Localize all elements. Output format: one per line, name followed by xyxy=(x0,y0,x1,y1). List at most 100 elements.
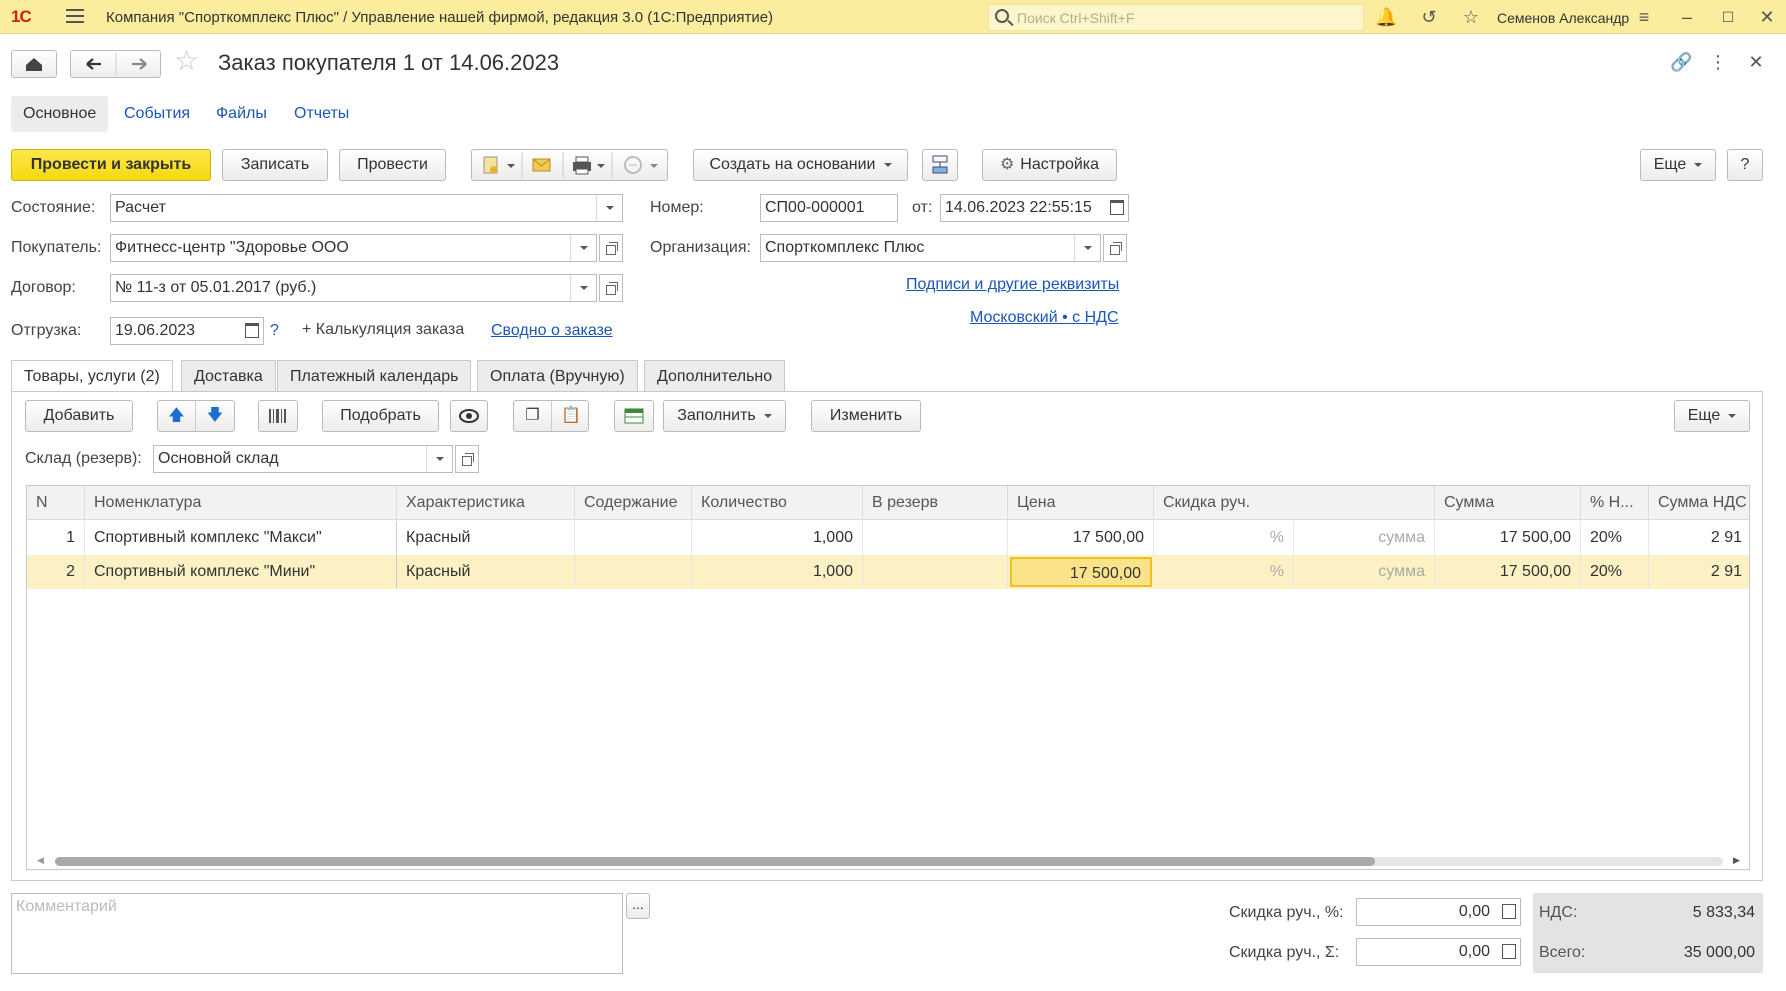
post-button[interactable]: Провести xyxy=(339,149,446,181)
amount-cell[interactable]: 17 500,00 xyxy=(1435,521,1581,555)
calculator-icon[interactable] xyxy=(1502,904,1516,919)
back-forward-icons[interactable] xyxy=(71,51,161,77)
shipment-help-icon[interactable]: ? xyxy=(270,322,279,340)
open-warehouse-icon[interactable] xyxy=(455,445,479,473)
close-window-icon[interactable]: ✕ xyxy=(1756,7,1778,27)
content-cell[interactable] xyxy=(575,521,692,555)
create-based-on-button[interactable]: Создать на основании xyxy=(693,149,908,181)
vat-amount-cell[interactable]: 2 91 xyxy=(1649,555,1749,589)
settings-menu-icon[interactable]: ≡ xyxy=(1633,7,1655,27)
horizontal-scrollbar[interactable]: ◀ ▶ xyxy=(27,851,1749,869)
signatures-link[interactable]: Подписи и другие реквизиты xyxy=(906,276,1119,294)
tab-payment-manual[interactable]: Оплата (Вручную) xyxy=(477,360,638,392)
quantity-cell[interactable]: 1,000 xyxy=(692,555,863,589)
tab-files[interactable]: Файлы xyxy=(204,96,279,132)
table-row[interactable]: 1 Спортивный комплекс "Макси" Красный 1,… xyxy=(27,521,1749,555)
scroll-right-icon[interactable]: ▶ xyxy=(1733,855,1740,866)
table-row[interactable]: 2 Спортивный комплекс "Мини" Красный 1,0… xyxy=(27,555,1749,589)
arrow-up-icon[interactable]: 🡅 xyxy=(158,401,196,431)
calculator-icon[interactable] xyxy=(1502,944,1516,959)
reserve-cell[interactable] xyxy=(863,521,1008,555)
column-header[interactable]: Скидка руч. xyxy=(1154,486,1435,520)
post-and-close-button[interactable]: Провести и закрыть xyxy=(11,149,211,181)
column-header[interactable]: % Н... xyxy=(1581,486,1649,520)
order-calculation-toggle[interactable]: + Калькуляция заказа xyxy=(302,321,464,339)
discount-percent-field[interactable]: 0,00 xyxy=(1356,898,1521,926)
maximize-icon[interactable]: ☐ xyxy=(1717,7,1739,27)
open-contract-icon[interactable] xyxy=(599,274,623,302)
column-header[interactable]: Цена xyxy=(1008,486,1154,520)
settings-button[interactable]: ⚙ Настройка xyxy=(982,149,1117,181)
discount-amount-cell[interactable]: сумма xyxy=(1294,521,1435,555)
user-name[interactable]: Семенов Александр xyxy=(1497,10,1629,26)
more-button[interactable]: Еще xyxy=(1640,149,1716,181)
tab-goods-services[interactable]: Товары, услуги (2) xyxy=(11,360,173,394)
table-more-button[interactable]: Еще xyxy=(1674,400,1750,432)
characteristic-cell[interactable]: Красный xyxy=(397,555,575,589)
history-icon[interactable]: ↺ xyxy=(1418,7,1440,27)
vat-rate-cell[interactable]: 20% xyxy=(1581,521,1649,555)
content-cell[interactable] xyxy=(575,555,692,589)
global-search-input[interactable]: Поиск Ctrl+Shift+F xyxy=(988,4,1364,31)
tab-events[interactable]: События xyxy=(112,96,202,132)
state-select[interactable]: Расчет xyxy=(110,194,623,222)
scroll-left-icon[interactable]: ◀ xyxy=(37,855,44,866)
chevron-down-icon[interactable] xyxy=(570,235,596,261)
item-cell[interactable]: Спортивный комплекс "Макси" xyxy=(85,521,397,555)
chevron-down-icon[interactable] xyxy=(570,275,596,301)
add-favorite-star-icon[interactable]: ☆ xyxy=(174,47,199,75)
arrow-down-icon[interactable]: 🡇 xyxy=(196,401,234,431)
copy-icon[interactable]: ❐ xyxy=(514,401,552,431)
tab-main[interactable]: Основное xyxy=(11,96,109,132)
chevron-down-icon[interactable] xyxy=(596,195,622,221)
column-header[interactable]: Сумма xyxy=(1435,486,1581,520)
chevron-down-icon[interactable] xyxy=(426,446,452,472)
more-vertical-icon[interactable]: ⋮ xyxy=(1707,52,1729,72)
favorites-star-icon[interactable]: ☆ xyxy=(1460,7,1482,27)
organization-field[interactable]: Спорткомплекс Плюс xyxy=(760,234,1101,262)
price-cell[interactable]: 17 500,00 xyxy=(1008,521,1154,555)
calendar-icon[interactable] xyxy=(1110,200,1124,215)
column-header[interactable]: Номенклатура xyxy=(85,486,397,520)
buyer-field[interactable]: Фитнесс-центр "Здоровье ООО xyxy=(110,234,597,262)
change-button[interactable]: Изменить xyxy=(811,400,921,432)
tab-reports[interactable]: Отчеты xyxy=(282,96,361,132)
tab-payment-calendar[interactable]: Платежный календарь xyxy=(277,360,472,392)
preview-button[interactable] xyxy=(450,400,488,432)
fill-button[interactable]: Заполнить xyxy=(663,400,786,432)
vat-amount-cell[interactable]: 2 91 xyxy=(1649,521,1749,555)
column-header[interactable]: Количество xyxy=(692,486,863,520)
tab-delivery[interactable]: Доставка xyxy=(181,360,276,392)
tab-additional[interactable]: Дополнительно xyxy=(644,360,786,392)
pick-button[interactable]: Подобрать xyxy=(322,400,439,432)
calendar-icon[interactable] xyxy=(245,323,259,338)
price-cell-selected[interactable]: 17 500,00 xyxy=(1010,557,1152,587)
vat-rate-cell[interactable]: 20% xyxy=(1581,555,1649,589)
discount-amount-field[interactable]: 0,00 xyxy=(1356,938,1521,966)
number-field[interactable]: СП00-000001 xyxy=(760,194,898,222)
app-logo[interactable]: 1С xyxy=(11,7,32,27)
minimize-icon[interactable]: – xyxy=(1676,7,1698,27)
fill-table-button[interactable] xyxy=(614,400,654,432)
barcode-button[interactable] xyxy=(258,400,298,432)
help-button[interactable]: ? xyxy=(1727,149,1763,181)
contract-field[interactable]: № 11-з от 05.01.2017 (руб.) xyxy=(110,274,597,302)
link-icon[interactable]: 🔗 xyxy=(1670,52,1692,72)
scroll-thumb[interactable] xyxy=(55,857,1375,866)
warehouse-field[interactable]: Основной склад xyxy=(153,445,453,473)
column-header[interactable]: Содержание xyxy=(575,486,692,520)
open-buyer-icon[interactable] xyxy=(599,234,623,262)
column-header[interactable]: Сумма НДС xyxy=(1649,486,1749,520)
item-cell[interactable]: Спортивный комплекс "Мини" xyxy=(85,555,397,589)
bell-icon[interactable]: 🔔 xyxy=(1375,7,1397,27)
quantity-cell[interactable]: 1,000 xyxy=(692,521,863,555)
comment-expand-button[interactable]: ... xyxy=(626,893,650,919)
home-button[interactable] xyxy=(11,50,57,78)
amount-cell[interactable]: 17 500,00 xyxy=(1435,555,1581,589)
open-organization-icon[interactable] xyxy=(1103,234,1127,262)
order-summary-link[interactable]: Сводно о заказе xyxy=(491,322,613,340)
structure-button[interactable] xyxy=(922,149,958,181)
add-row-button[interactable]: Добавить xyxy=(25,400,133,432)
chevron-down-icon[interactable] xyxy=(1074,235,1100,261)
main-menu-icon[interactable] xyxy=(66,9,84,25)
